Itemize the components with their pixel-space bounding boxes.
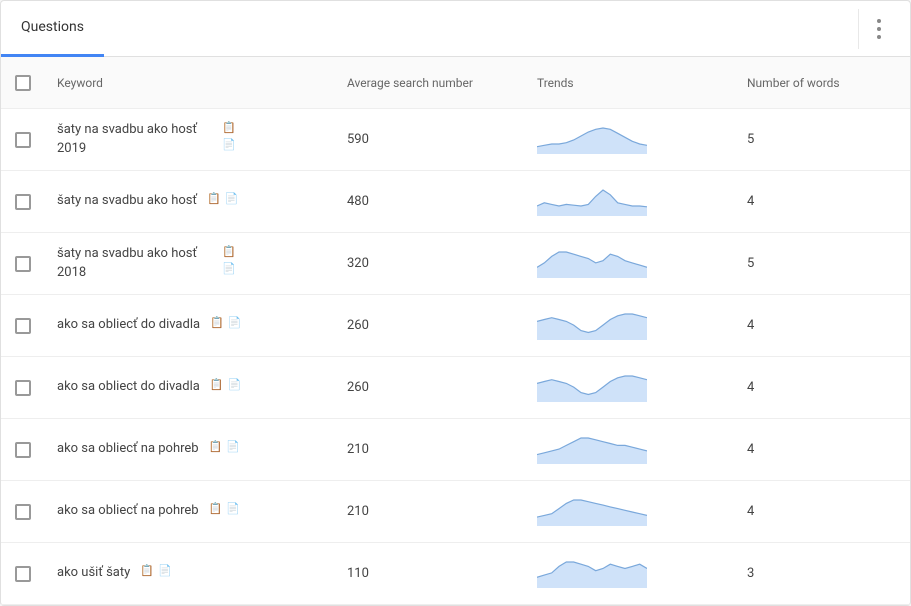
row-checkbox[interactable]: [15, 380, 31, 396]
copy-icon[interactable]: 📄: [226, 440, 240, 453]
trend-sparkline: [537, 188, 647, 216]
avg-value: 210: [347, 442, 537, 457]
header-avg[interactable]: Average search number: [347, 76, 537, 90]
serp-icon[interactable]: 📋: [209, 502, 223, 515]
keyword-text: ako sa obliecť na pohreb: [57, 440, 199, 458]
avg-value: 590: [347, 132, 537, 147]
table-row: ako sa obliecť na pohreb 📋📄 210 4: [1, 419, 910, 481]
copy-icon[interactable]: 📄: [228, 316, 242, 329]
keyword-text: ako sa obliecť do divadla: [57, 316, 200, 334]
trend-sparkline: [537, 436, 647, 464]
keyword-actions: 📋📄: [140, 564, 171, 577]
word-count: 5: [747, 132, 896, 147]
serp-icon[interactable]: 📋: [140, 564, 154, 577]
more-button[interactable]: [858, 9, 898, 49]
keyword-actions: 📋📄: [209, 502, 240, 515]
avg-value: 480: [347, 194, 537, 209]
avg-value: 210: [347, 504, 537, 519]
copy-icon[interactable]: 📄: [228, 378, 242, 391]
word-count: 3: [747, 566, 896, 581]
keyword-text: ako sa obliecť na pohreb: [57, 502, 199, 520]
table-row: ako sa obliecť do divadla📋📄2604: [1, 295, 910, 357]
keyword-text: ako ušiť šaty: [57, 564, 130, 582]
table-row: šaty na svadbu ako hosť📋📄4804: [1, 171, 910, 233]
table-header: Keyword Average search number Trends Num…: [1, 57, 910, 109]
keyword-table: Keyword Average search number Trends Num…: [1, 57, 910, 605]
keyword-text: šaty na svadbu ako hosť 2018: [57, 245, 212, 281]
serp-icon[interactable]: 📋: [222, 245, 236, 258]
keyword-actions: 📋📄: [222, 121, 236, 151]
serp-icon[interactable]: 📋: [210, 378, 224, 391]
keyword-actions: 📋📄: [222, 245, 236, 275]
avg-value: 320: [347, 256, 537, 271]
serp-icon[interactable]: 📋: [207, 192, 221, 205]
row-checkbox[interactable]: [15, 566, 31, 582]
copy-icon[interactable]: 📄: [226, 502, 240, 515]
trend-sparkline: [537, 312, 647, 340]
avg-value: 260: [347, 318, 537, 333]
word-count: 5: [747, 256, 896, 271]
word-count: 4: [747, 380, 896, 395]
serp-icon[interactable]: 📋: [209, 440, 223, 453]
table-row: ako ušiť šaty📋📄1103: [1, 543, 910, 605]
keyword-text: šaty na svadbu ako hosť 2019: [57, 121, 212, 157]
header-keyword[interactable]: Keyword: [57, 76, 347, 90]
table-row: šaty na svadbu ako hosť 2019📋📄5905: [1, 109, 910, 171]
serp-icon[interactable]: 📋: [210, 316, 224, 329]
row-checkbox[interactable]: [15, 318, 31, 334]
row-checkbox[interactable]: [15, 194, 31, 210]
word-count: 4: [747, 442, 896, 457]
trend-sparkline: [537, 498, 647, 526]
table-row: šaty na svadbu ako hosť 2018📋📄3205: [1, 233, 910, 295]
keyword-text: ako sa obliect do divadla: [57, 378, 200, 396]
header-trends[interactable]: Trends: [537, 76, 747, 90]
trend-sparkline: [537, 560, 647, 588]
row-checkbox[interactable]: [15, 442, 31, 458]
more-vert-icon: [877, 18, 881, 40]
keyword-actions: 📋📄: [210, 378, 241, 391]
table-row: ako sa obliecť na pohreb 📋📄 210 4: [1, 481, 910, 543]
keyword-text: šaty na svadbu ako hosť: [57, 192, 197, 210]
row-checkbox[interactable]: [15, 256, 31, 272]
tab-bar: Questions: [1, 1, 910, 57]
keyword-panel: Questions Keyword Average search number …: [0, 0, 911, 606]
keyword-actions: 📋📄: [207, 192, 238, 205]
word-count: 4: [747, 194, 896, 209]
table-row: ako sa obliect do divadla📋📄2604: [1, 357, 910, 419]
trend-sparkline: [537, 374, 647, 402]
header-words[interactable]: Number of words: [747, 76, 896, 90]
keyword-actions: 📋📄: [209, 440, 240, 453]
tab-label: Questions: [21, 19, 84, 35]
copy-icon[interactable]: 📄: [225, 192, 239, 205]
avg-value: 110: [347, 566, 537, 581]
avg-value: 260: [347, 380, 537, 395]
serp-icon[interactable]: 📋: [222, 121, 236, 134]
copy-icon[interactable]: 📄: [222, 138, 236, 151]
copy-icon[interactable]: 📄: [158, 564, 172, 577]
keyword-actions: 📋📄: [210, 316, 241, 329]
word-count: 4: [747, 504, 896, 519]
trend-sparkline: [537, 126, 647, 154]
tab-questions[interactable]: Questions: [1, 1, 104, 57]
row-checkbox[interactable]: [15, 504, 31, 520]
copy-icon[interactable]: 📄: [222, 262, 236, 275]
trend-sparkline: [537, 250, 647, 278]
row-checkbox[interactable]: [15, 132, 31, 148]
select-all-checkbox[interactable]: [15, 75, 31, 91]
word-count: 4: [747, 318, 896, 333]
